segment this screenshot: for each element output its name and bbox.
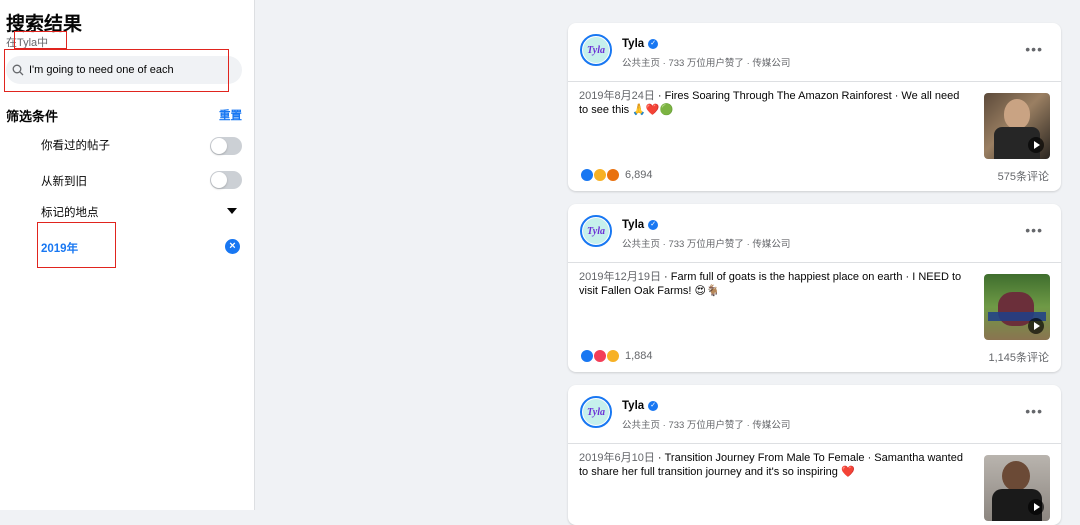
chevron-down-icon[interactable] xyxy=(227,208,237,214)
more-options-icon[interactable]: ••• xyxy=(1025,41,1043,57)
post-date[interactable]: 2019年12月19日 xyxy=(579,271,661,283)
filter-seen-posts-toggle[interactable] xyxy=(210,137,242,155)
comment-count[interactable]: 1,145条评论 xyxy=(988,349,1049,365)
post-author[interactable]: Tyla ✓ xyxy=(622,400,659,412)
post-date[interactable]: 2019年8月24日 xyxy=(579,90,655,102)
verified-badge-icon: ✓ xyxy=(648,401,659,411)
video-thumbnail[interactable] xyxy=(984,455,1050,521)
haha-reaction-icon xyxy=(606,349,620,363)
post-meta: 公共主页 · 733 万位用户赞了 · 传媒公司 xyxy=(622,58,791,69)
like-reaction-icon xyxy=(580,168,594,182)
post-author[interactable]: Tyla ✓ xyxy=(622,219,659,231)
search-filter-sidebar: 搜索结果 在Tyla中 I'm going to need one of eac… xyxy=(0,0,255,510)
play-icon xyxy=(1028,137,1044,153)
post-text[interactable]: 2019年6月10日 · Transition Journey From Mal… xyxy=(579,451,971,479)
angry-reaction-icon xyxy=(606,168,620,182)
post-meta: 公共主页 · 733 万位用户赞了 · 传媒公司 xyxy=(622,239,791,250)
post-card: Tyla Tyla ✓ 公共主页 · 733 万位用户赞了 · 传媒公司 ••• … xyxy=(568,385,1061,525)
post-date[interactable]: 2019年6月10日 xyxy=(579,452,655,464)
post-card: Tyla Tyla ✓ 公共主页 · 733 万位用户赞了 · 传媒公司 ••• … xyxy=(568,23,1061,191)
reaction-summary[interactable]: 6,894 xyxy=(580,168,653,182)
highlight-box-search xyxy=(4,49,229,92)
more-options-icon[interactable]: ••• xyxy=(1025,403,1043,419)
page-avatar[interactable]: Tyla xyxy=(580,215,612,247)
play-icon xyxy=(1028,318,1044,334)
post-text[interactable]: 2019年8月24日 · Fires Soaring Through The A… xyxy=(579,89,971,117)
verified-badge-icon: ✓ xyxy=(648,220,659,230)
filter-tagged-location-label[interactable]: 标记的地点 xyxy=(41,204,99,220)
filter-seen-posts-label: 你看过的帖子 xyxy=(41,140,110,152)
page-avatar[interactable]: Tyla xyxy=(580,396,612,428)
reaction-summary[interactable]: 1,884 xyxy=(580,349,653,363)
sad-reaction-icon xyxy=(593,168,607,182)
more-options-icon[interactable]: ••• xyxy=(1025,222,1043,238)
love-reaction-icon xyxy=(593,349,607,363)
verified-badge-icon: ✓ xyxy=(648,39,659,49)
filter-newest-label: 从新到旧 xyxy=(41,176,87,188)
video-thumbnail[interactable] xyxy=(984,274,1050,340)
video-thumbnail[interactable] xyxy=(984,93,1050,159)
post-meta: 公共主页 · 733 万位用户赞了 · 传媒公司 xyxy=(622,420,791,431)
play-icon xyxy=(1028,499,1044,515)
reset-button[interactable]: 重置 xyxy=(219,107,242,123)
post-card: Tyla Tyla ✓ 公共主页 · 733 万位用户赞了 · 传媒公司 ••• … xyxy=(568,204,1061,372)
like-reaction-icon xyxy=(580,349,594,363)
clear-year-icon[interactable]: × xyxy=(225,239,240,254)
post-text[interactable]: 2019年12月19日 · Farm full of goats is the … xyxy=(579,270,971,298)
post-header: Tyla Tyla ✓ 公共主页 · 733 万位用户赞了 · 传媒公司 ••• xyxy=(568,385,1061,444)
page-avatar[interactable]: Tyla xyxy=(580,34,612,66)
filters-heading: 筛选条件 xyxy=(6,109,59,124)
post-author[interactable]: Tyla ✓ xyxy=(622,38,659,50)
reaction-count: 6,894 xyxy=(625,169,653,181)
highlight-box-scope xyxy=(14,31,67,49)
reaction-count: 1,884 xyxy=(625,350,653,362)
highlight-box-year xyxy=(37,222,116,268)
post-header: Tyla Tyla ✓ 公共主页 · 733 万位用户赞了 · 传媒公司 ••• xyxy=(568,23,1061,82)
filter-newest-toggle[interactable] xyxy=(210,171,242,189)
post-header: Tyla Tyla ✓ 公共主页 · 733 万位用户赞了 · 传媒公司 ••• xyxy=(568,204,1061,263)
comment-count[interactable]: 575条评论 xyxy=(998,168,1049,184)
